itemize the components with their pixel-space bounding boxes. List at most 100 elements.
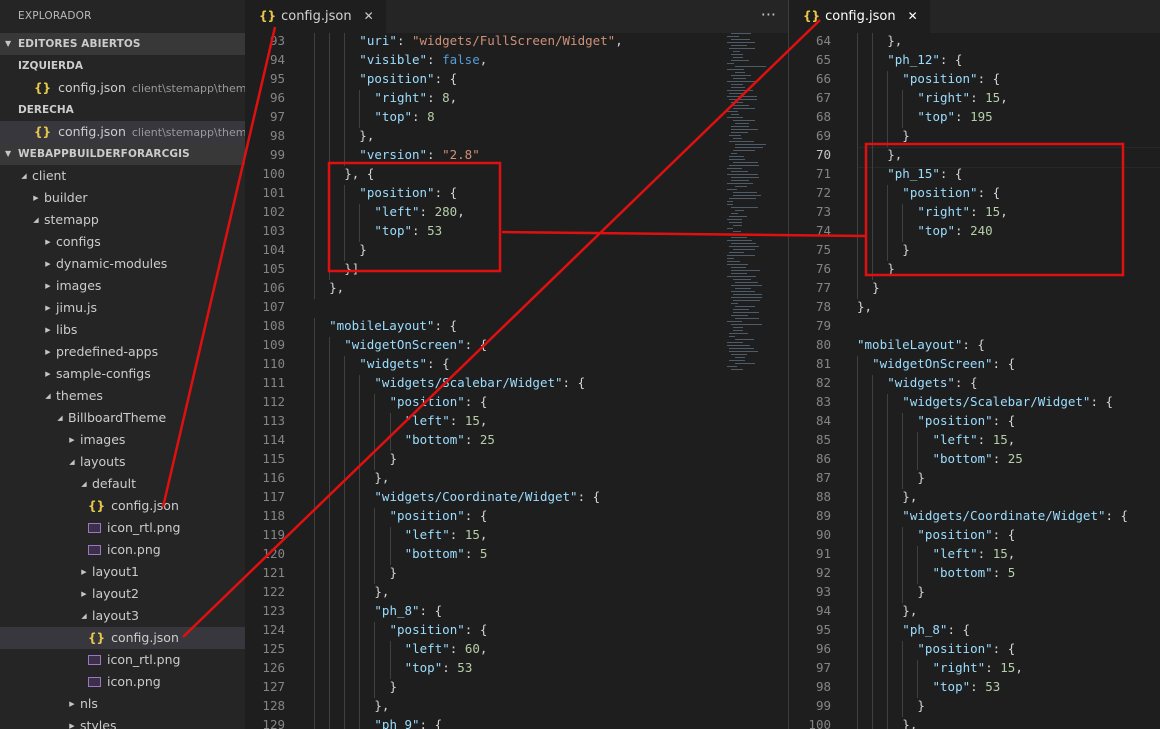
tree-item[interactable]: ▶ layout1 [0, 561, 245, 583]
minimap-line [731, 297, 762, 298]
minimap-line [733, 312, 759, 313]
tree-item[interactable]: ▶ jimu.js [0, 297, 245, 319]
tree-item[interactable]: ▶ styles [0, 715, 245, 729]
line-number: 77 [815, 280, 831, 295]
tree-item[interactable]: ◢ client [0, 165, 245, 187]
workspace-section[interactable]: ▼ WEBAPPBUILDERFORARCGIS [0, 143, 245, 165]
open-editor-item-left[interactable]: {} config.json client\stemapp\theme... [0, 77, 245, 99]
minimap-line [735, 357, 745, 358]
chevron-down-icon[interactable]: ◢ [42, 385, 54, 407]
chevron-down-icon[interactable]: ◢ [18, 165, 30, 187]
chevron-right-icon[interactable]: ▶ [42, 297, 54, 319]
indent-guide [359, 451, 361, 470]
minimap-line [731, 213, 738, 214]
tree-item[interactable]: ◢ BillboardTheme [0, 407, 245, 429]
tree-item[interactable]: ◢ default [0, 473, 245, 495]
tree-item[interactable]: ▶ predefined-apps [0, 341, 245, 363]
tree-item[interactable]: ▶ layout2 [0, 583, 245, 605]
tree-item[interactable]: {} config.json [0, 495, 245, 517]
tab-config-json-right[interactable]: {} config.json ✕ [789, 0, 930, 33]
open-editor-item-right[interactable]: {} config.json client\stemapp\theme... [0, 121, 245, 143]
chevron-right-icon[interactable]: ▶ [30, 187, 42, 209]
line-number: 91 [815, 546, 831, 561]
minimap-line [727, 345, 750, 346]
tree-item[interactable]: ▶ sample-configs [0, 363, 245, 385]
editor-left: {} config.json ✕ ··· 93 "uri": "widgets/Ful… [245, 0, 788, 729]
minimap-line [729, 336, 735, 337]
tree-item-label: config.json [111, 630, 179, 645]
tree-item-label: sample-configs [56, 366, 151, 381]
indent-guide [872, 527, 874, 546]
chevron-right-icon[interactable]: ▶ [42, 319, 54, 341]
tree-item[interactable]: ▶ images [0, 429, 245, 451]
tree-item[interactable]: icon.png [0, 539, 245, 561]
tab-config-json-left[interactable]: {} config.json ✕ [245, 0, 386, 33]
tree-item[interactable]: ▶ libs [0, 319, 245, 341]
indent-guide [359, 622, 361, 641]
chevron-right-icon[interactable]: ▶ [78, 561, 90, 583]
tree-item-label: layout2 [92, 586, 139, 601]
tree-item[interactable]: icon_rtl.png [0, 517, 245, 539]
tree-item[interactable]: ◢ stemapp [0, 209, 245, 231]
minimap-line [733, 309, 749, 310]
chevron-down-icon[interactable]: ◢ [66, 451, 78, 473]
chevron-down-icon[interactable]: ◢ [30, 209, 42, 231]
chevron-right-icon[interactable]: ▶ [66, 429, 78, 451]
tree-item[interactable]: ◢ layout3 [0, 605, 245, 627]
indent-guide [359, 489, 361, 508]
minimap-line [733, 150, 755, 151]
indent-guide [359, 584, 361, 603]
indent-guide [344, 52, 346, 71]
chevron-right-icon[interactable]: ▶ [66, 715, 78, 729]
close-icon[interactable]: ✕ [908, 9, 918, 23]
code-area-left[interactable]: 93 "uri": "widgets/FullScreen/Widget", 94 "… [245, 31, 788, 729]
tree-item[interactable]: icon_rtl.png [0, 649, 245, 671]
minimap[interactable] [723, 31, 783, 376]
indent-guide [902, 565, 904, 584]
minimap-line [731, 171, 748, 172]
code-line: "right": 15, [932, 660, 1023, 675]
code-line: "ph_8": { [374, 603, 443, 618]
indent-guide [887, 413, 889, 432]
chevron-right-icon[interactable]: ▶ [42, 341, 54, 363]
minimap-line [731, 75, 751, 76]
code-line: "right": 8, [374, 90, 458, 105]
open-editors-section[interactable]: ▼ EDITORES ABIERTOS [0, 33, 245, 55]
tree-item[interactable]: ▶ images [0, 275, 245, 297]
chevron-right-icon[interactable]: ▶ [42, 363, 54, 385]
indent-guide [887, 394, 889, 413]
line-number: 101 [262, 185, 285, 200]
chevron-right-icon[interactable]: ▶ [42, 231, 54, 253]
chevron-right-icon[interactable]: ▶ [78, 583, 90, 605]
code-line: "widgets/Scalebar/Widget": { [374, 375, 586, 390]
indent-guide [344, 470, 346, 489]
minimap-line [729, 252, 744, 253]
line-number: 68 [815, 109, 831, 124]
indent-guide [314, 128, 315, 147]
indent-guide [872, 261, 874, 280]
tree-item[interactable]: ▶ configs [0, 231, 245, 253]
chevron-right-icon[interactable]: ▶ [66, 693, 78, 715]
code-area-right[interactable]: 64}, 65 "ph_12": {66 "position": {67 "right"… [789, 31, 1160, 729]
indent-guide [314, 698, 315, 717]
indent-guide [389, 660, 391, 679]
tree-item[interactable]: ▶ builder [0, 187, 245, 209]
chevron-down-icon[interactable]: ◢ [78, 473, 90, 495]
minimap-line [727, 261, 740, 262]
tree-item[interactable]: ▶ nls [0, 693, 245, 715]
chevron-down-icon[interactable]: ◢ [78, 605, 90, 627]
indent-guide [887, 565, 889, 584]
chevron-right-icon[interactable]: ▶ [42, 253, 54, 275]
tree-item[interactable]: icon.png [0, 671, 245, 693]
chevron-right-icon[interactable]: ▶ [42, 275, 54, 297]
indent-guide [344, 527, 346, 546]
tree-item[interactable]: ▶ dynamic-modules [0, 253, 245, 275]
chevron-down-icon[interactable]: ◢ [54, 407, 66, 429]
tree-item[interactable]: ◢ layouts [0, 451, 245, 473]
tree-item[interactable]: {} config.json [0, 627, 245, 649]
close-icon[interactable]: ✕ [364, 9, 374, 23]
tree-item-label: styles [80, 718, 117, 729]
tree-item[interactable]: ◢ themes [0, 385, 245, 407]
more-actions-icon[interactable]: ··· [761, 0, 776, 30]
code-line: } [389, 451, 398, 466]
